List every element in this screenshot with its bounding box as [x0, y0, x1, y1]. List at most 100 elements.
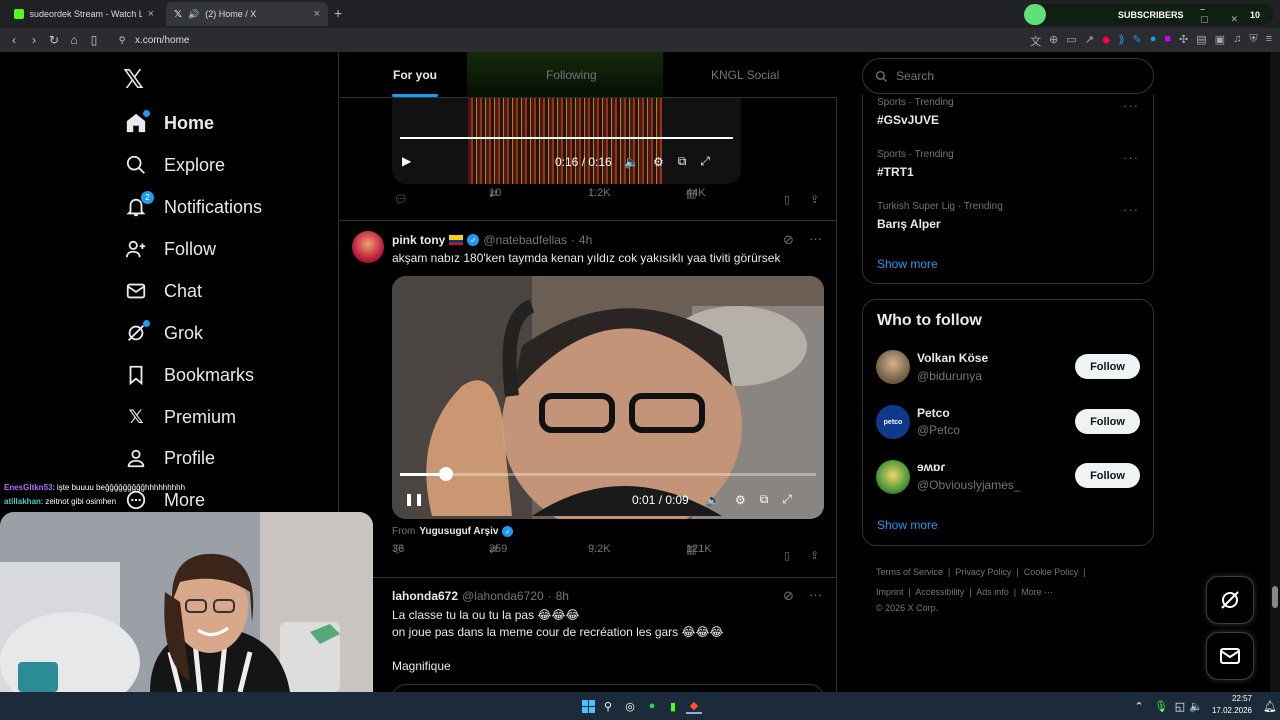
forward-icon[interactable]: › — [24, 33, 44, 47]
video-progress-track[interactable] — [400, 467, 816, 481]
avatar[interactable] — [352, 231, 384, 263]
trend-name[interactable]: #TRT1 — [877, 165, 914, 179]
home-browser-icon[interactable]: ⌂ — [64, 33, 84, 47]
post-time[interactable]: 4h — [579, 233, 592, 247]
windows-start-icon[interactable] — [580, 698, 596, 714]
nav-explore[interactable]: Explore — [124, 150, 225, 180]
avatar[interactable] — [876, 460, 910, 494]
speaker-icon[interactable]: 🔊 — [188, 9, 199, 20]
footer-link[interactable]: Accessibility — [915, 587, 964, 597]
video-scrubber-handle[interactable] — [438, 467, 453, 481]
footer-link[interactable]: Cookie Policy — [1024, 567, 1079, 577]
trend-name[interactable]: #GSvJUVE — [877, 113, 939, 127]
bookmark-icon[interactable]: ▯ — [784, 549, 790, 562]
close-tab-icon[interactable]: × — [314, 8, 320, 20]
follow-show-more[interactable]: Show more — [877, 518, 938, 532]
follow-button[interactable]: Follow — [1075, 463, 1140, 488]
bookmark-page-icon[interactable]: ▯ — [84, 33, 104, 47]
trend-name[interactable]: Barış Alper — [877, 217, 941, 231]
more-options-icon[interactable]: ··· — [1123, 202, 1139, 217]
messages-fab-button[interactable] — [1206, 632, 1254, 680]
footer-link[interactable]: Imprint — [876, 587, 904, 597]
site-info-icon[interactable]: ⚲ — [112, 35, 132, 46]
nav-profile[interactable]: Profile — [124, 443, 215, 473]
more-options-icon[interactable]: ··· — [1123, 150, 1139, 165]
brave-icon[interactable]: ◆ — [686, 698, 702, 714]
wallet-icon[interactable]: ▣ — [1215, 33, 1225, 49]
video-progress-bar[interactable] — [400, 137, 733, 139]
back-icon[interactable]: ‹ — [4, 33, 24, 47]
extension-icon[interactable]: ● — [1150, 33, 1157, 49]
reload-icon[interactable]: ↻ — [44, 33, 64, 47]
nav-notifications[interactable]: 2 Notifications — [124, 191, 262, 222]
tab-kngl-social[interactable]: KNGL Social — [711, 68, 779, 82]
play-icon[interactable]: ▶ — [402, 154, 411, 168]
suggestion-name[interactable]: ɘʍɒɾ — [917, 460, 945, 474]
nav-bookmarks[interactable]: Bookmarks — [124, 360, 254, 390]
author-handle[interactable]: @natebadfellas — [483, 233, 567, 247]
spotify-icon[interactable]: ● — [644, 698, 660, 714]
obs-icon[interactable]: ◎ — [622, 698, 638, 714]
bookmark-icon[interactable]: ▯ — [784, 193, 790, 206]
settings-icon[interactable]: ⚙ — [735, 493, 746, 507]
avatar[interactable]: petco — [876, 405, 910, 439]
brave-shield-icon[interactable]: ◆ — [1102, 33, 1110, 49]
browser-tab-x-home[interactable]: 𝕏 🔊 (2) Home / X × — [166, 2, 328, 26]
translate-icon[interactable]: 文 — [1030, 33, 1041, 49]
system-clock[interactable]: 22:57 17.02.2026 — [1212, 693, 1252, 717]
microphone-icon[interactable]: 🎙︎ — [1153, 698, 1169, 714]
video-player[interactable]: ▶ 0:16 / 0:16 🔈 ⚙ ⧉ ⤢ — [392, 92, 741, 184]
source-name[interactable]: Yugusuguf Arşiv — [419, 526, 498, 537]
suggestion-name[interactable]: Petco — [917, 406, 950, 420]
window-controls-icon[interactable]: –▢✕ — [1200, 4, 1274, 25]
extension-icon[interactable]: ■ — [1164, 33, 1171, 49]
suggestion-name[interactable]: Volkan Köse — [917, 351, 988, 365]
search-icon[interactable]: ⚲ — [600, 698, 616, 714]
share-icon[interactable]: ↗ — [1085, 33, 1094, 49]
settings-icon[interactable]: ⚙ — [653, 155, 664, 169]
follow-button[interactable]: Follow — [1075, 409, 1140, 434]
close-tab-icon[interactable]: × — [148, 8, 154, 20]
more-options-icon[interactable]: ··· — [809, 231, 822, 246]
wifi-icon[interactable]: ◱ — [1172, 698, 1188, 714]
follow-button[interactable]: Follow — [1075, 354, 1140, 379]
scrollbar-thumb[interactable] — [1272, 586, 1278, 608]
reply-icon[interactable]: 💬︎ — [394, 193, 408, 206]
app-icon[interactable]: ▮ — [665, 698, 681, 714]
more-options-icon[interactable]: ··· — [1123, 98, 1139, 113]
cast-icon[interactable]: ▭ — [1066, 33, 1076, 49]
x-logo-icon[interactable]: 𝕏 — [123, 64, 144, 95]
picture-in-picture-icon[interactable]: ⧉ — [760, 492, 769, 507]
tab-following[interactable]: Following — [546, 68, 597, 82]
grok-icon[interactable]: ⊘ — [783, 232, 794, 248]
footer-link[interactable]: Privacy Policy — [955, 567, 1011, 577]
grok-icon[interactable]: ⊘ — [783, 588, 794, 604]
trends-show-more[interactable]: Show more — [877, 257, 938, 271]
share-icon[interactable]: ⇪ — [810, 193, 819, 206]
tab-for-you[interactable]: For you — [393, 68, 437, 82]
author-handle[interactable]: @lahonda6720 — [462, 589, 544, 603]
footer-link[interactable]: More ··· — [1021, 587, 1053, 597]
volume-icon[interactable]: 🔈 — [624, 155, 639, 169]
fullscreen-icon[interactable]: ⤢ — [782, 492, 792, 507]
more-options-icon[interactable]: ··· — [809, 587, 822, 602]
zoom-icon[interactable]: ⊕ — [1049, 33, 1058, 49]
nav-grok[interactable]: Grok — [124, 318, 203, 348]
footer-link[interactable]: Ads info — [976, 587, 1009, 597]
chevron-up-icon[interactable]: ⌃ — [1131, 698, 1147, 714]
browser-tab-stream[interactable]: sudeordek Stream - Watch Live o × — [6, 2, 162, 26]
search-input[interactable]: Search — [862, 58, 1154, 94]
nav-home[interactable]: Home — [124, 108, 214, 138]
author-name[interactable]: pink tony — [392, 233, 445, 247]
footer-link[interactable]: Terms of Service — [876, 567, 943, 577]
nav-premium[interactable]: 𝕏 Premium — [124, 402, 236, 432]
post-time[interactable]: 8h — [556, 589, 569, 603]
media-preview[interactable] — [392, 684, 824, 692]
avatar[interactable] — [876, 350, 910, 384]
new-tab-button[interactable]: + — [334, 5, 342, 21]
notification-bell-icon[interactable]: 🔔︎ — [1262, 698, 1278, 714]
nav-follow[interactable]: Follow — [124, 234, 216, 264]
menu-icon[interactable]: ≡ — [1266, 33, 1272, 49]
nav-chat[interactable]: Chat — [124, 276, 202, 306]
fullscreen-icon[interactable]: ⤢ — [700, 154, 710, 169]
